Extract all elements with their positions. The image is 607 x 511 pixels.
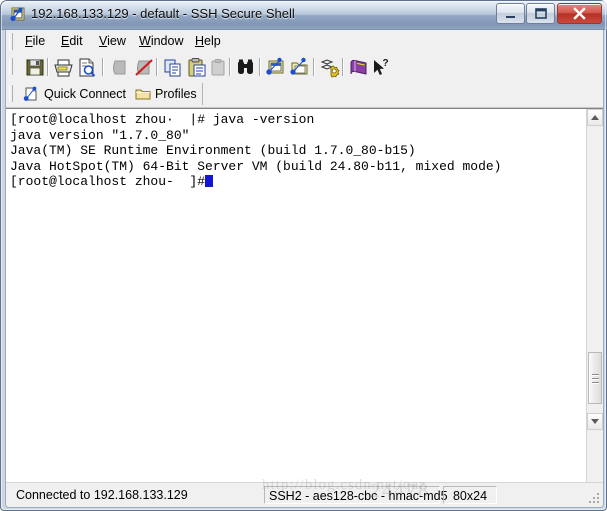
menu-item-file[interactable]: File xyxy=(21,33,49,49)
copy-icon[interactable] xyxy=(162,57,184,78)
status-cipher: SSH2 - aes128-cbc - hmac-md5 xyxy=(264,486,448,504)
connect-icon[interactable] xyxy=(109,57,131,78)
connectbar-gripper[interactable] xyxy=(9,85,13,102)
toolbar-separator xyxy=(229,58,231,76)
menu-item-view[interactable]: View xyxy=(95,33,130,49)
quick-connect-icon[interactable] xyxy=(23,86,39,102)
application-window: 192.168.133.129 - default - SSH Secure S… xyxy=(0,0,607,511)
quick-connect-button[interactable]: Quick Connect xyxy=(44,84,126,104)
status-bar: Connected to 192.168.133.129 SSH2 - aes1… xyxy=(6,482,603,507)
maximize-button[interactable] xyxy=(526,3,555,24)
status-connection: Connected to 192.168.133.129 xyxy=(16,488,188,502)
svg-text:?: ? xyxy=(383,58,389,69)
connect-bar: Quick Connect Profiles xyxy=(6,81,603,108)
toolbar-separator xyxy=(342,58,344,76)
print-icon[interactable] xyxy=(53,57,75,78)
settings-icon[interactable] xyxy=(319,57,341,78)
profiles-button[interactable]: Profiles xyxy=(155,84,197,104)
connectbar-divider xyxy=(202,83,203,105)
save-icon[interactable] xyxy=(24,57,46,78)
toolbar-separator xyxy=(313,58,315,76)
menu-item-window[interactable]: Window xyxy=(135,33,187,49)
terminal-line: Java HotSpot(TM) 64-Bit Server VM (build… xyxy=(10,158,502,174)
terminal-cursor xyxy=(205,175,214,188)
terminal-scrollbar[interactable] xyxy=(586,109,603,430)
terminal-output[interactable]: [root@localhost zhou· |# java -version j… xyxy=(6,109,586,430)
new-terminal-icon[interactable] xyxy=(265,57,287,78)
folder-icon[interactable] xyxy=(135,86,151,102)
scroll-up-arrow-icon[interactable] xyxy=(587,109,603,126)
terminal-prompt-line: [root@localhost zhou- ]# xyxy=(10,174,586,190)
toolbar-separator xyxy=(102,58,104,76)
menu-bar: File Edit View Window Help xyxy=(6,30,603,54)
disconnect-icon[interactable] xyxy=(133,57,155,78)
paste-icon[interactable] xyxy=(186,57,208,78)
toolbar-separator xyxy=(47,58,49,76)
terminal-line: Java(TM) SE Runtime Environment (build 1… xyxy=(10,143,416,159)
close-button[interactable] xyxy=(557,3,602,24)
terminal-line: java version "1.7.0_80" xyxy=(10,127,190,143)
status-terminal-size: 80x24 xyxy=(443,486,497,504)
toolbar-separator xyxy=(156,58,158,76)
minimize-button[interactable] xyxy=(496,3,525,24)
terminal-line: [root@localhost zhou· |# java -version xyxy=(10,112,315,127)
menu-gripper[interactable] xyxy=(9,33,13,50)
toolbar: ? xyxy=(6,53,603,82)
client-area: File Edit View Window Help ? Quick Conne… xyxy=(5,30,604,508)
context-help-icon[interactable]: ? xyxy=(370,57,392,78)
menu-item-help[interactable]: Help xyxy=(191,33,225,49)
print-preview-icon[interactable] xyxy=(76,57,98,78)
resize-grip-icon[interactable] xyxy=(587,491,601,505)
scrollbar-thumb[interactable] xyxy=(588,352,602,404)
menu-item-edit[interactable]: Edit xyxy=(57,33,87,49)
toolbar-gripper[interactable] xyxy=(9,58,13,75)
copy-paste-icon[interactable] xyxy=(208,57,230,78)
help-book-icon[interactable] xyxy=(348,57,370,78)
title-bar[interactable]: 192.168.133.129 - default - SSH Secure S… xyxy=(1,1,607,30)
toolbar-separator xyxy=(259,58,261,76)
terminal-prompt-text: [root@localhost zhou- ]# xyxy=(10,174,206,190)
scroll-down-arrow-icon[interactable] xyxy=(587,413,603,430)
terminal-pane: [root@localhost zhou· |# java -version j… xyxy=(6,108,603,430)
ssh-terminal-icon xyxy=(9,7,26,24)
scrollbar-grip-icon xyxy=(592,374,599,384)
window-title: 192.168.133.129 - default - SSH Secure S… xyxy=(31,6,295,21)
find-icon[interactable] xyxy=(235,57,257,78)
new-file-transfer-icon[interactable] xyxy=(289,57,311,78)
